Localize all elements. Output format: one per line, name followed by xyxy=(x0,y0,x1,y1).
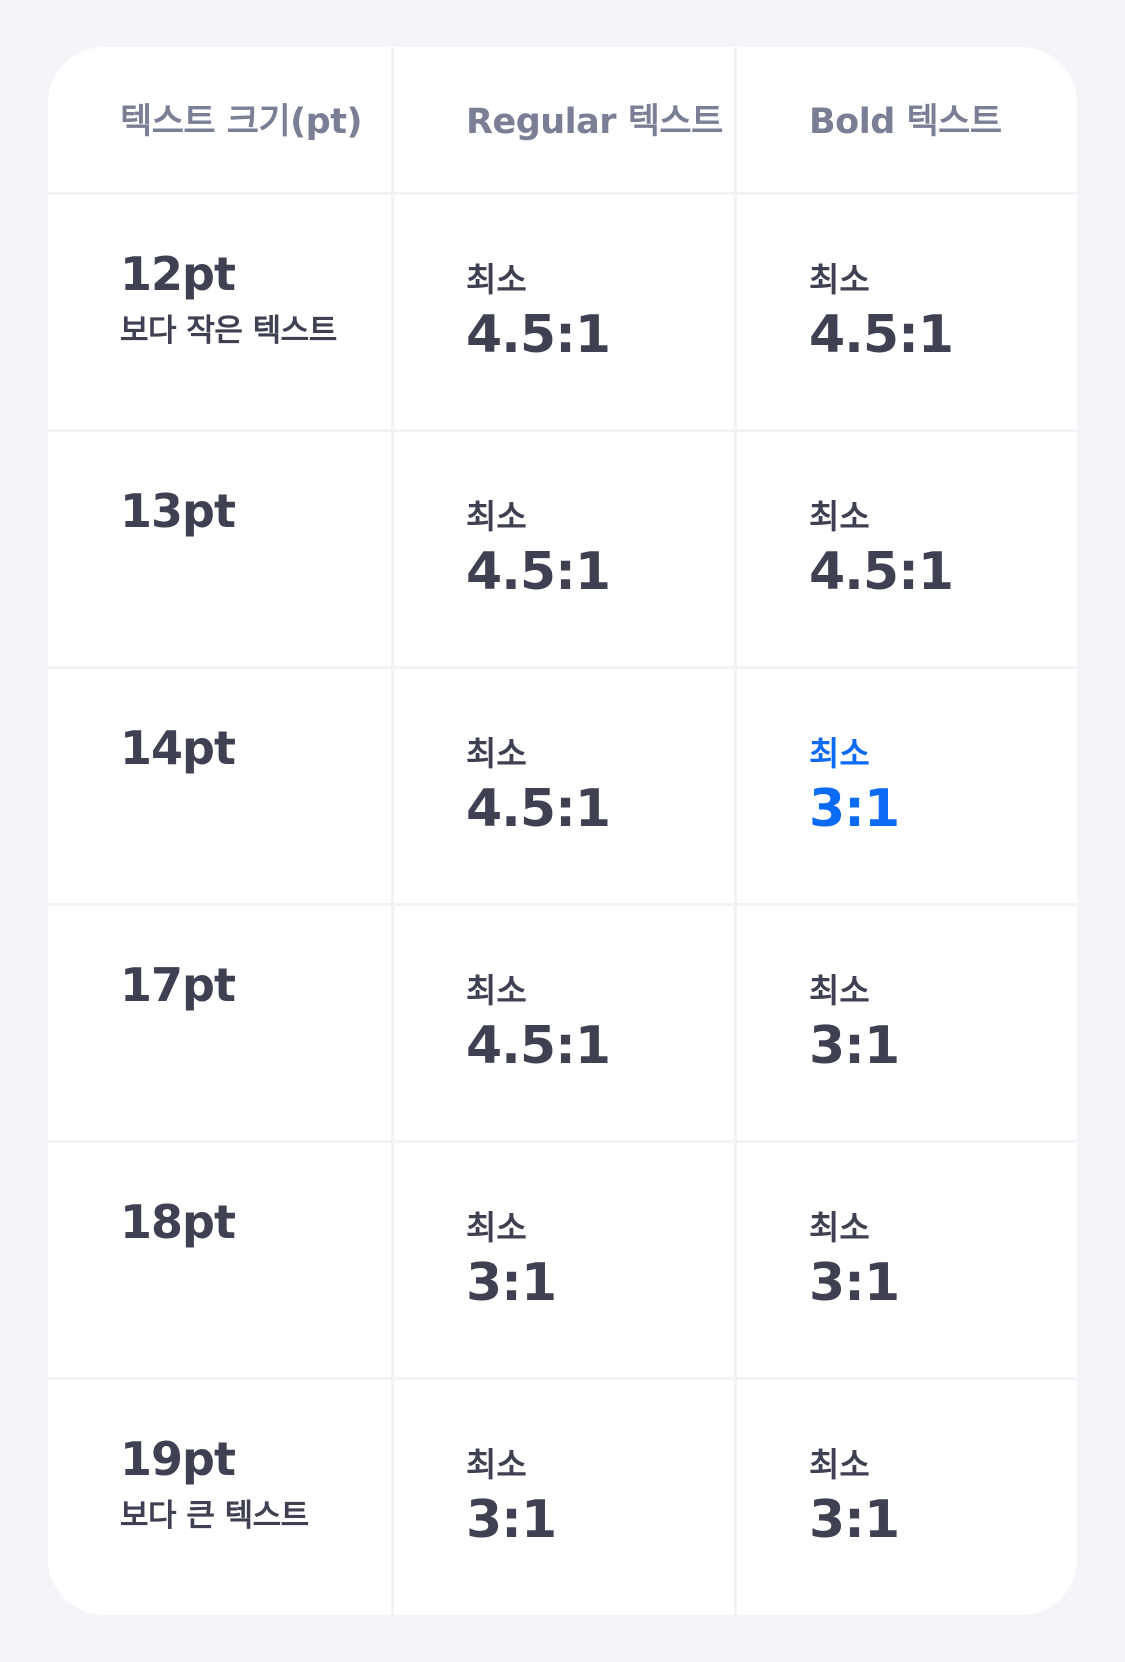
contrast-ratio: 3:1 xyxy=(466,1490,557,1550)
contrast-ratio: 4.5:1 xyxy=(466,779,611,839)
contrast-ratio: 4.5:1 xyxy=(466,542,611,602)
table-row: 17pt 최소 4.5:1 최소 3:1 xyxy=(48,906,1077,1140)
minimum-label: 최소 xyxy=(466,1208,527,1247)
bold-cell: 최소 4.5:1 xyxy=(734,432,1077,666)
text-size-value: 13pt xyxy=(120,484,236,538)
contrast-ratio: 4.5:1 xyxy=(466,305,611,365)
minimum-label: 최소 xyxy=(466,1445,527,1484)
table-header-row: 텍스트 크기(pt) Regular 텍스트 Bold 텍스트 xyxy=(48,47,1077,192)
table-row: 13pt 최소 4.5:1 최소 4.5:1 xyxy=(48,432,1077,666)
table-row: 18pt 최소 3:1 최소 3:1 xyxy=(48,1143,1077,1377)
header-bold-label: Bold 텍스트 xyxy=(809,102,1002,142)
minimum-label: 최소 xyxy=(809,497,870,536)
contrast-ratio: 3:1 xyxy=(809,1490,900,1550)
size-cell: 18pt xyxy=(48,1143,391,1377)
header-text-size-label: 텍스트 크기(pt) xyxy=(120,102,362,142)
size-cell: 13pt xyxy=(48,432,391,666)
bold-cell: 최소 3:1 xyxy=(734,906,1077,1140)
regular-cell: 최소 4.5:1 xyxy=(391,906,734,1140)
table-row: 12pt 보다 작은 텍스트 최소 4.5:1 최소 4.5:1 xyxy=(48,195,1077,429)
minimum-label: 최소 xyxy=(466,734,527,773)
text-size-value: 17pt xyxy=(120,958,236,1012)
header-cell-bold: Bold 텍스트 xyxy=(734,47,1077,192)
text-size-value: 14pt xyxy=(120,721,236,775)
header-regular-label: Regular 텍스트 xyxy=(466,102,723,142)
regular-cell: 최소 3:1 xyxy=(391,1380,734,1615)
minimum-label: 최소 xyxy=(466,971,527,1010)
text-size-note: 보다 작은 텍스트 xyxy=(120,313,337,349)
minimum-label: 최소 xyxy=(809,1445,870,1484)
contrast-ratio: 3:1 xyxy=(809,1253,900,1313)
minimum-label: 최소 xyxy=(466,260,527,299)
size-cell: 14pt xyxy=(48,669,391,903)
regular-cell: 최소 4.5:1 xyxy=(391,669,734,903)
size-cell: 19pt 보다 큰 텍스트 xyxy=(48,1380,391,1615)
table-row: 14pt 최소 4.5:1 최소 3:1 xyxy=(48,669,1077,903)
contrast-ratio: 4.5:1 xyxy=(809,305,954,365)
size-cell: 17pt xyxy=(48,906,391,1140)
header-cell-regular: Regular 텍스트 xyxy=(391,47,734,192)
contrast-ratio: 3:1 xyxy=(809,1016,900,1076)
header-cell-text-size: 텍스트 크기(pt) xyxy=(48,47,391,192)
regular-cell: 최소 4.5:1 xyxy=(391,195,734,429)
contrast-table: 텍스트 크기(pt) Regular 텍스트 Bold 텍스트 12pt 보다 … xyxy=(48,47,1077,1615)
minimum-label-highlighted: 최소 xyxy=(809,734,870,773)
size-cell: 12pt 보다 작은 텍스트 xyxy=(48,195,391,429)
minimum-label: 최소 xyxy=(466,497,527,536)
bold-cell: 최소 3:1 xyxy=(734,1380,1077,1615)
bold-cell: 최소 3:1 xyxy=(734,1143,1077,1377)
contrast-ratio: 4.5:1 xyxy=(466,1016,611,1076)
contrast-ratio: 4.5:1 xyxy=(809,542,954,602)
bold-cell-highlighted: 최소 3:1 xyxy=(734,669,1077,903)
table-row: 19pt 보다 큰 텍스트 최소 3:1 최소 3:1 xyxy=(48,1380,1077,1615)
regular-cell: 최소 4.5:1 xyxy=(391,432,734,666)
contrast-ratio: 3:1 xyxy=(466,1253,557,1313)
regular-cell: 최소 3:1 xyxy=(391,1143,734,1377)
minimum-label: 최소 xyxy=(809,971,870,1010)
text-size-value: 19pt xyxy=(120,1432,236,1486)
text-size-value: 12pt xyxy=(120,247,236,301)
minimum-label: 최소 xyxy=(809,1208,870,1247)
text-size-note: 보다 큰 텍스트 xyxy=(120,1498,309,1534)
bold-cell: 최소 4.5:1 xyxy=(734,195,1077,429)
contrast-ratio-highlighted: 3:1 xyxy=(809,779,900,839)
minimum-label: 최소 xyxy=(809,260,870,299)
text-size-value: 18pt xyxy=(120,1195,236,1249)
